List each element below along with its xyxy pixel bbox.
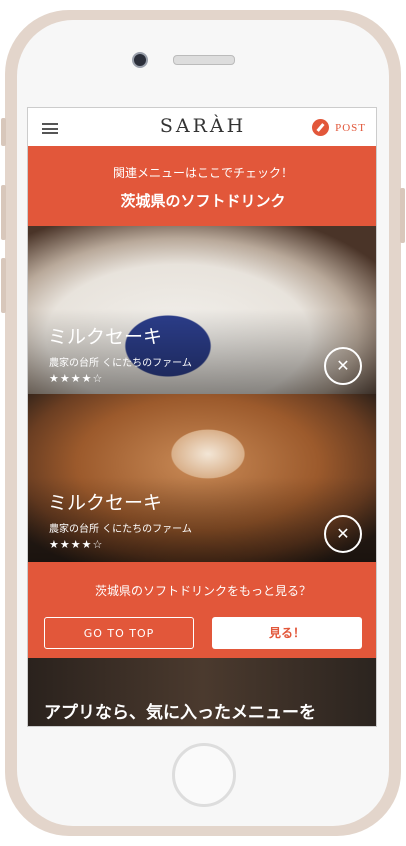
pencil-icon xyxy=(312,119,330,136)
more-section: 茨城県のソフトドリンクをもっと見る？ GO TO TOP 見る！ xyxy=(28,562,376,658)
post-button[interactable]: POST xyxy=(312,119,366,136)
section-subtitle: 関連メニューはここでチェック！ xyxy=(112,166,293,180)
mute-switch xyxy=(1,118,6,146)
shop-name: 農家の台所 くにたちのファーム xyxy=(49,358,192,369)
see-more-button[interactable]: 見る！ xyxy=(212,617,362,649)
rating-stars: ★★★★☆ xyxy=(49,538,104,551)
post-label: POST xyxy=(335,121,366,134)
volume-down-button xyxy=(1,258,6,313)
menu-card[interactable]: ミルクセーキ 農家の台所 くにたちのファーム ★★★★☆ ✕ xyxy=(28,226,376,399)
menu-card[interactable]: ミルクセーキ 農家の台所 くにたちのファーム ★★★★☆ ✕ xyxy=(28,394,376,567)
menu-name: ミルクセーキ xyxy=(48,492,163,514)
fork-knife-icon[interactable]: ✕ xyxy=(324,515,362,553)
shop-name: 農家の台所 くにたちのファーム xyxy=(49,524,192,535)
section-title: 茨城県のソフトドリンク xyxy=(120,192,286,210)
promo-text: アプリなら、気に入ったメニューを xyxy=(44,703,316,723)
home-button[interactable] xyxy=(172,743,236,807)
more-question: 茨城県のソフトドリンクをもっと見る？ xyxy=(94,584,311,598)
go-to-top-button[interactable]: GO TO TOP xyxy=(44,617,194,649)
power-button xyxy=(400,188,405,243)
earpiece-speaker xyxy=(173,55,235,65)
section-header: 関連メニューはここでチェック！ 茨城県のソフトドリンク xyxy=(28,146,376,226)
menu-name: ミルクセーキ xyxy=(48,326,163,348)
front-camera xyxy=(132,52,148,68)
volume-up-button xyxy=(1,185,6,240)
top-bar: SARÀH POST xyxy=(28,108,376,147)
rating-stars: ★★★★☆ xyxy=(49,372,104,385)
app-screen: SARÀH POST 関連メニューはここでチェック！ 茨城県のソフトドリンク ミ… xyxy=(27,107,377,727)
fork-knife-icon[interactable]: ✕ xyxy=(324,347,362,385)
app-promo-banner[interactable]: アプリなら、気に入ったメニューを xyxy=(28,658,376,726)
